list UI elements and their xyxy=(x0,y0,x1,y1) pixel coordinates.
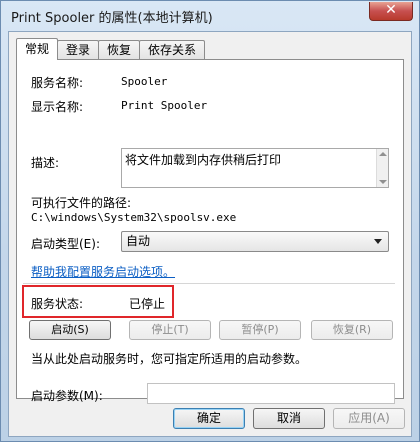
close-icon: ✕ xyxy=(385,2,397,18)
start-button[interactable]: 启动(S) xyxy=(29,320,111,340)
startup-type-label: 启动类型(E): xyxy=(31,237,100,251)
cancel-button[interactable]: 取消 xyxy=(253,408,325,429)
tab-strip: 常规 登录 恢复 依存关系 xyxy=(16,38,206,60)
service-name-label: 服务名称: xyxy=(31,76,84,90)
service-status-label: 服务状态: xyxy=(31,297,84,311)
display-name-value: Print Spooler xyxy=(121,99,208,112)
pause-button[interactable]: 暂停(P) xyxy=(219,320,301,340)
startup-type-value: 自动 xyxy=(126,234,151,248)
general-tab-panel: 服务名称: Spooler 显示名称: Print Spooler 描述: 将文… xyxy=(16,59,404,404)
service-name-value: Spooler xyxy=(121,75,168,88)
scroll-up-icon[interactable] xyxy=(379,152,387,156)
window-title: Print Spooler 的属性(本地计算机) xyxy=(11,11,213,26)
resume-button[interactable]: 恢复(R) xyxy=(311,320,393,340)
service-status-value: 已停止 xyxy=(129,297,166,311)
start-params-label: 启动参数(M): xyxy=(31,389,103,403)
apply-button[interactable]: 应用(A) xyxy=(333,408,405,429)
display-name-label: 显示名称: xyxy=(31,100,84,114)
description-label: 描述: xyxy=(31,156,60,170)
help-configure-link[interactable]: 帮助我配置服务启动选项。 xyxy=(31,263,175,280)
tab-general[interactable]: 常规 xyxy=(16,38,59,60)
scroll-down-icon[interactable] xyxy=(379,180,387,184)
title-bar[interactable]: Print Spooler 的属性(本地计算机) ✕ xyxy=(1,1,419,31)
properties-dialog: Print Spooler 的属性(本地计算机) ✕ 常规 登录 恢复 依存关系… xyxy=(0,0,420,442)
start-params-input[interactable] xyxy=(147,383,395,404)
chevron-down-icon xyxy=(374,239,382,244)
description-text: 将文件加载到内存供稍后打印 xyxy=(125,153,282,167)
dialog-body: 常规 登录 恢复 依存关系 服务名称: Spooler 显示名称: Print … xyxy=(8,31,412,437)
tab-logon[interactable]: 登录 xyxy=(57,40,100,60)
exe-path-value: C:\windows\System32\spoolsv.exe xyxy=(31,211,237,224)
description-box[interactable]: 将文件加载到内存供稍后打印 xyxy=(121,148,389,188)
description-scrollbar[interactable] xyxy=(376,149,388,187)
close-button[interactable]: ✕ xyxy=(369,2,413,21)
tab-dependencies[interactable]: 依存关系 xyxy=(139,40,206,60)
ok-button[interactable]: 确定 xyxy=(173,408,245,429)
stop-button[interactable]: 停止(T) xyxy=(129,320,211,340)
divider xyxy=(23,283,395,284)
exe-path-label: 可执行文件的路径: xyxy=(31,196,132,210)
tab-recovery[interactable]: 恢复 xyxy=(98,40,141,60)
start-params-hint: 当从此处启动服务时，您可指定所适用的启动参数。 xyxy=(31,352,308,366)
startup-type-select[interactable]: 自动 xyxy=(121,231,389,252)
